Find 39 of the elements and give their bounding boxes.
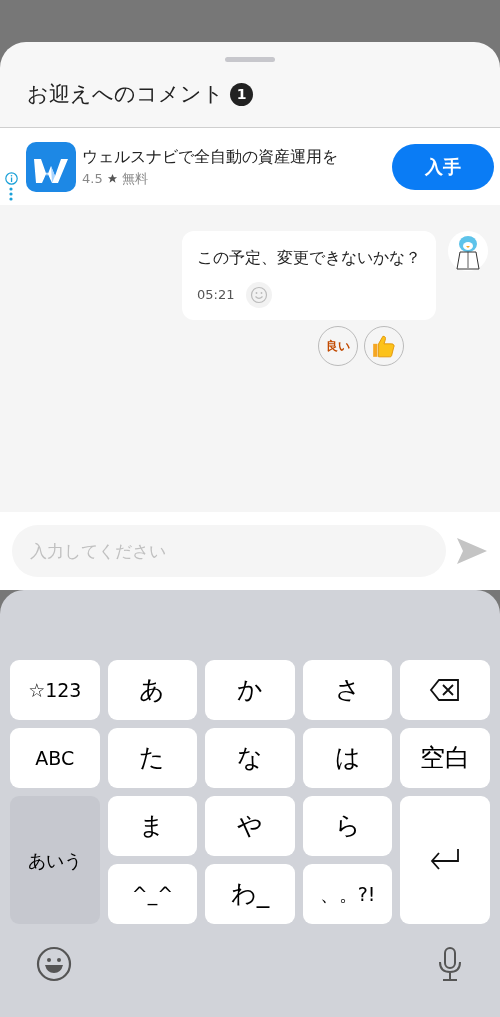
keyboard-key[interactable]: ABC bbox=[10, 728, 100, 788]
keyboard-key[interactable]: ^_^ bbox=[107, 864, 198, 924]
keyboard-key[interactable]: な bbox=[205, 728, 295, 788]
star-icon bbox=[106, 173, 118, 184]
keyboard-key[interactable]: や bbox=[205, 796, 295, 856]
keyboard-key[interactable]: は bbox=[302, 728, 393, 788]
thumbs-up-icon bbox=[371, 333, 397, 359]
sheet-title: お迎えへのコメント bbox=[27, 80, 224, 108]
more-icon[interactable] bbox=[9, 187, 13, 201]
comment-count: 1 bbox=[230, 83, 253, 106]
app-rating: 4.5 bbox=[82, 169, 103, 188]
keyboard-key[interactable]: た bbox=[107, 728, 198, 788]
app-price: 無料 bbox=[121, 169, 148, 188]
keyboard-key[interactable]: ら bbox=[302, 796, 393, 856]
get-button[interactable]: 入手 bbox=[392, 143, 494, 190]
emoji-icon[interactable] bbox=[36, 946, 72, 982]
microphone-icon[interactable] bbox=[436, 946, 464, 982]
backspace-icon bbox=[429, 678, 462, 702]
keyboard-key[interactable]: ☆123 bbox=[10, 660, 100, 720]
avatar-icon bbox=[448, 231, 488, 271]
message-text: この予定、変更できないかな？ bbox=[197, 247, 421, 269]
keyboard-key[interactable]: 、。?! bbox=[302, 864, 393, 924]
backspace-key[interactable] bbox=[400, 660, 490, 720]
keyboard-key[interactable]: ま bbox=[107, 796, 198, 856]
send-icon[interactable] bbox=[456, 537, 488, 565]
keyboard-key[interactable]: 空白 bbox=[400, 728, 490, 788]
reaction-sticker[interactable]: 良い bbox=[318, 326, 358, 366]
keyboard-key[interactable]: あ bbox=[107, 660, 198, 720]
keyboard-key[interactable]: か bbox=[205, 660, 295, 720]
info-icon[interactable] bbox=[4, 172, 18, 185]
keyboard-key[interactable]: わ_ bbox=[205, 864, 295, 924]
keyboard-key[interactable]: あいう bbox=[10, 796, 100, 924]
keyboard-key[interactable]: さ bbox=[302, 660, 393, 720]
thumbs-up-reaction[interactable] bbox=[364, 326, 404, 366]
add-reaction-icon[interactable] bbox=[246, 282, 273, 308]
message-time: 05:21 bbox=[197, 286, 235, 305]
ad-title[interactable]: ウェルスナビで全自動の資産運用を bbox=[82, 144, 392, 169]
app-logo-icon bbox=[26, 141, 76, 192]
drag-handle[interactable] bbox=[225, 57, 275, 62]
